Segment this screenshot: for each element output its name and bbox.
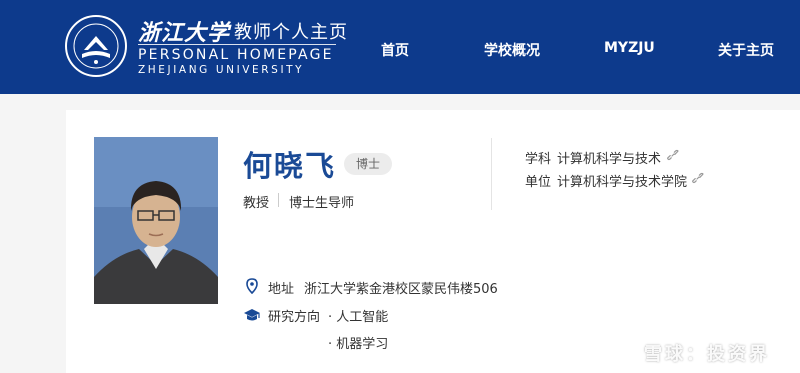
person-name: 何晓飞: [243, 149, 337, 183]
unit-label: 单位: [525, 175, 552, 190]
watermark: 雪球：投资界: [612, 338, 792, 365]
nav-about-school[interactable]: 学校概况: [484, 40, 540, 60]
title-separator: [278, 193, 279, 207]
research-area-text[interactable]: 机器学习: [336, 337, 388, 352]
academic-title: 教授: [243, 196, 270, 211]
university-name-cn[interactable]: 浙江大学: [138, 15, 230, 47]
address-label: 地址: [268, 282, 295, 297]
snowball-logo-icon: [613, 339, 637, 363]
research-area-item[interactable]: · 机器学习: [328, 333, 388, 352]
supervisor-role: 博士生导师: [289, 196, 355, 211]
research-label: 研究方向: [268, 310, 321, 325]
nav-home[interactable]: 首页: [381, 40, 409, 60]
profile-photo: [94, 137, 218, 304]
vertical-divider: [491, 138, 492, 210]
discipline-value[interactable]: 计算机科学与技术: [557, 148, 661, 167]
university-name-en: ZHEJIANG UNIVERSITY: [138, 64, 305, 76]
unit-link-icon[interactable]: [692, 172, 704, 184]
unit-value[interactable]: 计算机科学与技术学院: [557, 171, 687, 190]
homepage-title-cn: 教师个人主页: [234, 22, 348, 43]
nav-about-homepage[interactable]: 关于主页: [718, 40, 774, 60]
watermark-text: 雪球：投资界: [644, 344, 770, 365]
homepage-title-en: PERSONAL HOMEPAGE: [138, 47, 334, 63]
address-value: 浙江大学紫金港校区蒙民伟楼506: [304, 282, 498, 297]
discipline-link-icon[interactable]: [667, 149, 679, 161]
location-pin-icon: [246, 278, 258, 294]
site-header: 浙江大学 教师个人主页 PERSONAL HOMEPAGE ZHEJIANG U…: [0, 0, 800, 94]
discipline-label: 学科: [525, 152, 552, 167]
brand-divider: [138, 44, 336, 45]
degree-badge: 博士: [344, 153, 392, 175]
zju-logo-icon[interactable]: [64, 14, 128, 78]
research-area-text[interactable]: 人工智能: [336, 310, 388, 325]
research-area-item[interactable]: · 人工智能: [328, 306, 388, 325]
nav-myzju[interactable]: MYZJU: [604, 40, 655, 56]
graduation-cap-icon: [244, 309, 260, 321]
